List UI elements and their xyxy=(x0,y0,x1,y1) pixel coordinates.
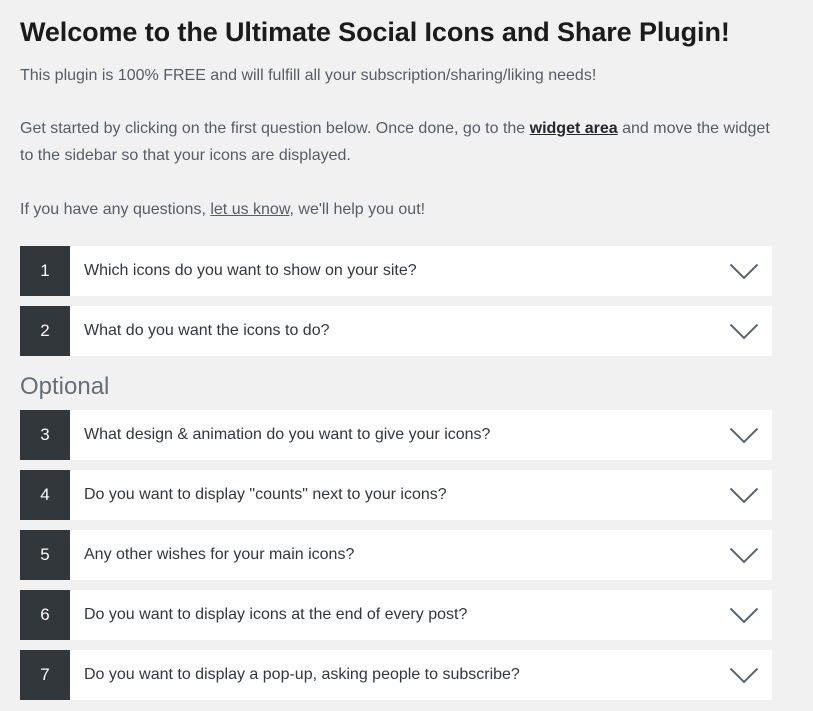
page-title: Welcome to the Ultimate Social Icons and… xyxy=(20,0,793,49)
accordion-item-label: Which icons do you want to show on your … xyxy=(70,246,716,296)
chevron-down-icon[interactable] xyxy=(716,530,772,580)
accordion-item-number: 1 xyxy=(20,246,70,296)
accordion-item-label: Any other wishes for your main icons? xyxy=(70,530,716,580)
chevron-down-icon[interactable] xyxy=(716,306,772,356)
chevron-down-icon[interactable] xyxy=(716,590,772,640)
intro-paragraph-2: Get started by clicking on the first que… xyxy=(20,89,780,169)
optional-section-heading: Optional xyxy=(20,366,772,410)
intro-paragraph-1: This plugin is 100% FREE and will fulfil… xyxy=(20,49,793,89)
let-us-know-link[interactable]: let us know xyxy=(210,201,289,218)
intro-paragraph-3-text-after: , we'll help you out! xyxy=(290,201,426,218)
accordion-item-label: What design & animation do you want to g… xyxy=(70,410,716,460)
intro-paragraph-3: If you have any questions, let us know, … xyxy=(20,169,793,223)
accordion-item-4[interactable]: 4 Do you want to display "counts" next t… xyxy=(20,470,772,520)
widget-area-link[interactable]: widget area xyxy=(530,120,618,137)
chevron-down-icon[interactable] xyxy=(716,470,772,520)
intro-paragraph-3-text-before: If you have any questions, xyxy=(20,201,210,218)
accordion-item-7[interactable]: 7 Do you want to display a pop-up, askin… xyxy=(20,650,772,700)
chevron-down-icon[interactable] xyxy=(716,650,772,700)
accordion-item-3[interactable]: 3 What design & animation do you want to… xyxy=(20,410,772,460)
accordion-item-label: Do you want to display "counts" next to … xyxy=(70,470,716,520)
accordion-item-number: 2 xyxy=(20,306,70,356)
accordion-item-number: 7 xyxy=(20,650,70,700)
accordion-item-label: What do you want the icons to do? xyxy=(70,306,716,356)
accordion-item-5[interactable]: 5 Any other wishes for your main icons? xyxy=(20,530,772,580)
accordion-item-label: Do you want to display icons at the end … xyxy=(70,590,716,640)
accordion-item-label: Do you want to display a pop-up, asking … xyxy=(70,650,716,700)
accordion-item-number: 5 xyxy=(20,530,70,580)
plugin-welcome-page: Welcome to the Ultimate Social Icons and… xyxy=(0,0,813,711)
accordion-item-1[interactable]: 1 Which icons do you want to show on you… xyxy=(20,246,772,296)
accordion-item-number: 6 xyxy=(20,590,70,640)
chevron-down-icon[interactable] xyxy=(716,246,772,296)
accordion-item-2[interactable]: 2 What do you want the icons to do? xyxy=(20,306,772,356)
chevron-down-icon[interactable] xyxy=(716,410,772,460)
intro-paragraph-2-text-before: Get started by clicking on the first que… xyxy=(20,120,530,137)
intro-paragraph-1-text: This plugin is 100% FREE and will fulfil… xyxy=(20,67,596,84)
accordion-item-number: 4 xyxy=(20,470,70,520)
question-accordion: 1 Which icons do you want to show on you… xyxy=(20,246,772,710)
accordion-item-6[interactable]: 6 Do you want to display icons at the en… xyxy=(20,590,772,640)
accordion-item-number: 3 xyxy=(20,410,70,460)
